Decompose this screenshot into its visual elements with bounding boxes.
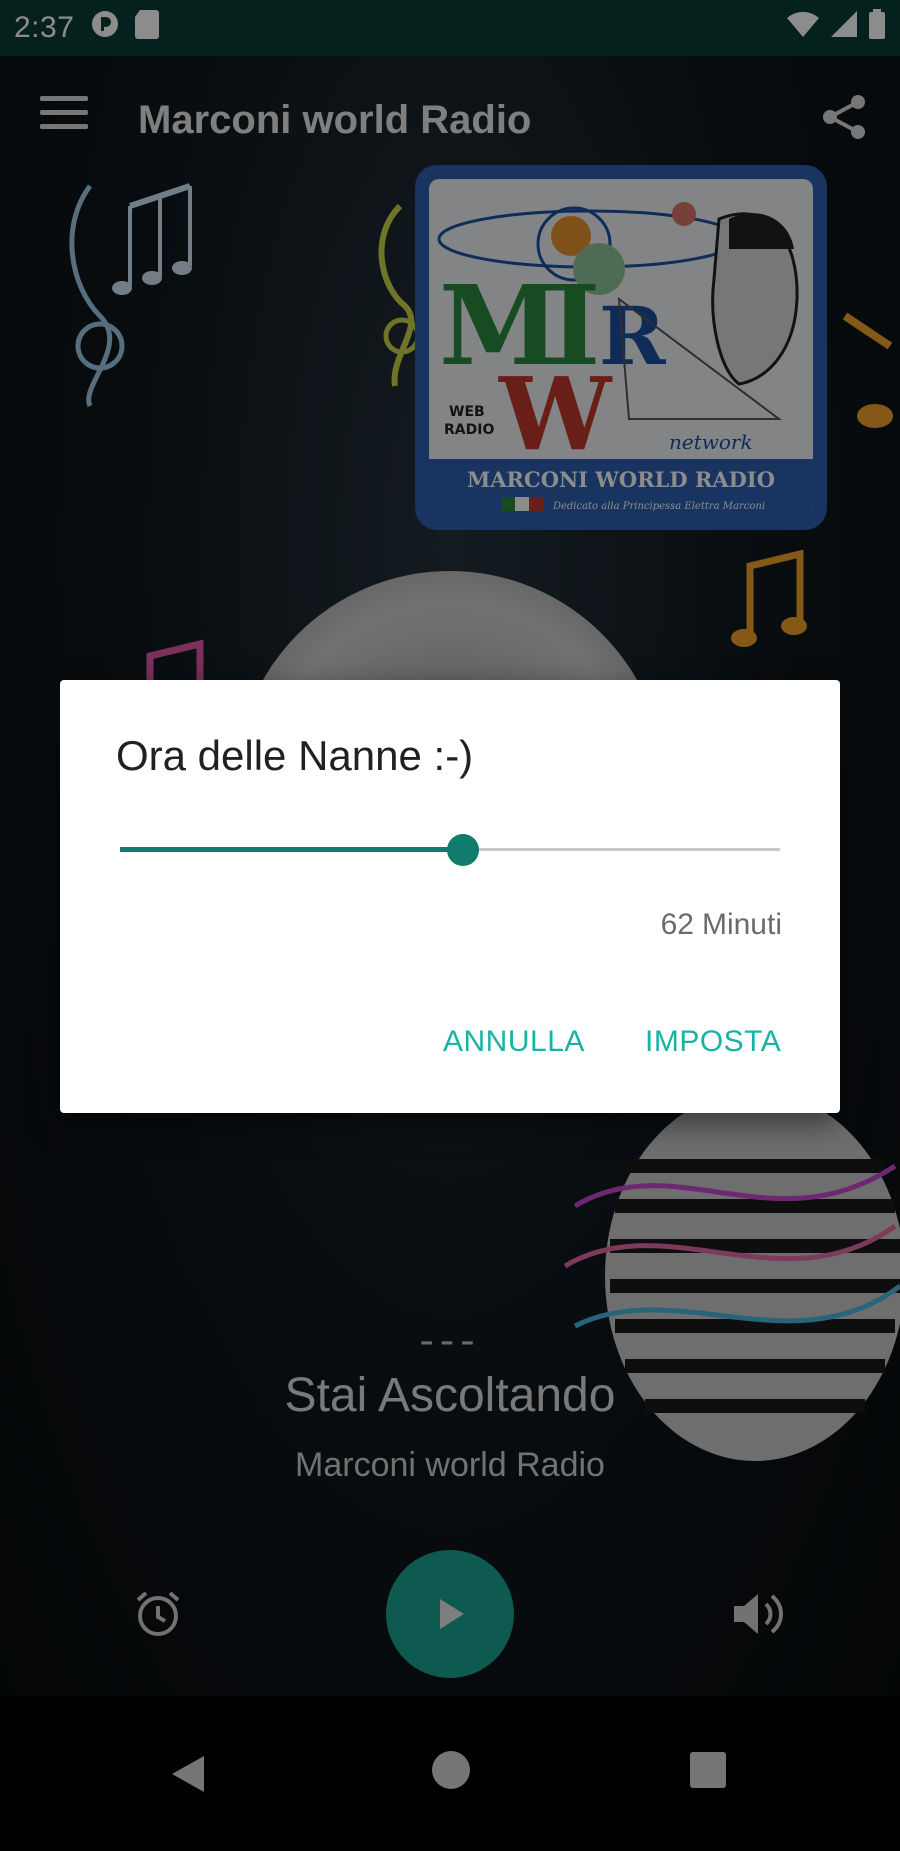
minutes-unit: Minuti (701, 908, 782, 941)
cancel-button[interactable]: ANNULLA (443, 1025, 585, 1059)
slider-fill (120, 847, 464, 852)
slider-thumb[interactable] (447, 834, 480, 866)
dialog-title: Ora delle Nanne :-) (116, 732, 474, 779)
set-button[interactable]: IMPOSTA (645, 1025, 781, 1059)
sleep-timer-dialog: Ora delle Nanne :-) 62 Minuti ANNULLA IMP… (60, 680, 840, 1113)
minutes-value: 62 (660, 908, 694, 941)
minutes-readout: 62 Minuti (653, 908, 782, 942)
sleep-timer-slider[interactable] (120, 830, 780, 870)
